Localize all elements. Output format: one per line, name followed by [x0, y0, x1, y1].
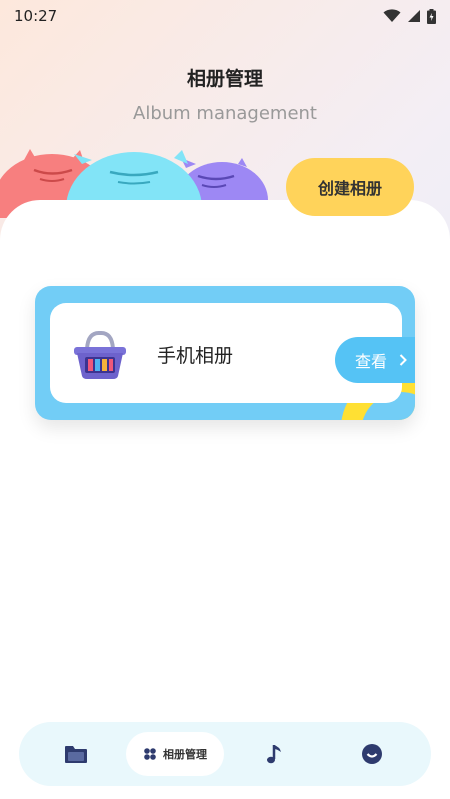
view-label: 查看: [355, 352, 388, 371]
album-card[interactable]: 手机相册 查看: [35, 286, 415, 420]
album-name: 手机相册: [157, 345, 234, 367]
page-subtitle: Album management: [133, 103, 317, 124]
page-title: 相册管理: [186, 68, 263, 90]
wifi-icon: [383, 9, 401, 22]
nav-album-management[interactable]: 相册管理: [126, 732, 224, 776]
music-note-icon: [267, 745, 281, 764]
create-album-button[interactable]: 创建相册: [286, 158, 414, 216]
album-inner-panel: 手机相册 查看: [50, 303, 415, 403]
create-album-label: 创建相册: [317, 179, 382, 198]
nav-profile[interactable]: [357, 739, 387, 769]
nav-folder[interactable]: [61, 740, 91, 768]
view-album-button[interactable]: 查看: [335, 337, 415, 383]
nav-music[interactable]: [259, 739, 289, 769]
nav-album-management-label: 相册管理: [163, 748, 207, 761]
bottom-nav: 相册管理: [19, 722, 431, 786]
battery-icon: [427, 8, 436, 24]
basket-icon: [74, 330, 126, 379]
status-bar: 10:27: [0, 0, 450, 32]
chevron-right-icon: [399, 354, 407, 366]
smile-face-icon: [362, 744, 382, 764]
status-icons: [383, 8, 436, 24]
status-time: 10:27: [14, 7, 58, 25]
signal-icon: [408, 10, 420, 22]
folder-icon: [65, 746, 87, 763]
four-petal-icon: [144, 748, 156, 760]
